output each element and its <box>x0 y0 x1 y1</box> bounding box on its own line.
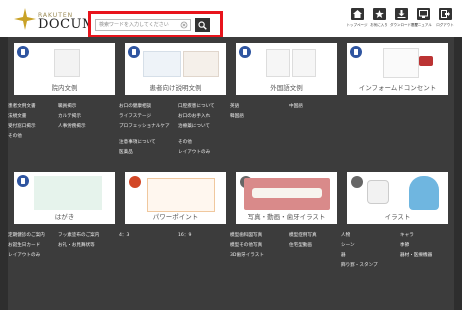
card-informed-consent[interactable]: インフォームドコンセント <box>347 43 448 95</box>
link[interactable]: 器材・医療機器 <box>400 252 432 258</box>
link[interactable]: 人物 <box>341 232 350 238</box>
doctor-illustration <box>409 176 439 210</box>
search-input[interactable] <box>96 20 179 30</box>
nav-home-label: トップページ <box>346 23 368 27</box>
link[interactable]: フッ素塗布のご案内 <box>58 232 99 238</box>
link[interactable]: お口の健康相談 <box>119 103 151 109</box>
card-title: 外国語文例 <box>270 84 303 92</box>
word-doc-icon <box>239 46 251 58</box>
postcard-thumbnail <box>34 176 102 210</box>
nav-favorites[interactable]: お気に入り <box>368 8 390 35</box>
card-illustrations[interactable]: イラスト <box>347 172 448 224</box>
link[interactable]: 季節 <box>400 242 409 248</box>
card-title: イラスト <box>384 213 411 221</box>
link[interactable]: 模型症例写真 <box>289 232 317 238</box>
nav-manual[interactable]: マニュアル <box>412 8 434 35</box>
nav-favorites-label: お気に入り <box>370 23 388 27</box>
card-title: 患者向け説明文例 <box>149 84 202 92</box>
nav-home[interactable]: トップページ <box>346 8 368 35</box>
link[interactable]: その他 <box>8 133 22 139</box>
link[interactable]: 住宅型動画 <box>289 242 312 248</box>
home-icon <box>350 8 364 20</box>
search-field[interactable] <box>95 19 191 31</box>
document-thumbnail <box>266 49 290 77</box>
clear-icon[interactable] <box>180 21 188 29</box>
link[interactable]: 英語 <box>230 103 239 109</box>
document-thumbnail <box>183 51 219 77</box>
search-highlight <box>88 11 223 38</box>
page: RAKUTEN DOCUMENT 検索ワードを入力してください トップページ お… <box>0 0 462 310</box>
link[interactable]: 医薬品 <box>119 149 133 155</box>
search-button[interactable] <box>195 18 210 32</box>
card-hospital-documents[interactable]: 院内文例 <box>14 43 115 95</box>
document-thumbnail <box>54 49 80 77</box>
tooth-character <box>367 180 389 204</box>
card-patient-explanations[interactable]: 患者向け説明文例 <box>125 43 226 95</box>
link[interactable]: お礼・お見舞状等 <box>58 242 95 248</box>
star-icon <box>372 8 386 20</box>
card-title: はがき <box>54 213 75 221</box>
link[interactable]: 模型歯科図写真 <box>230 232 262 238</box>
card-powerpoint[interactable]: パワーポイント <box>125 172 226 224</box>
link[interactable]: プロフェッショナルケア <box>119 123 170 129</box>
link[interactable]: 定期健診のご案内 <box>8 232 45 238</box>
dental-illustration <box>419 56 433 66</box>
link[interactable]: 人事労務掲示 <box>58 123 86 129</box>
link[interactable]: ライフステージ <box>119 113 151 119</box>
link[interactable]: レイアウトのみ <box>178 149 210 155</box>
logout-icon <box>438 8 452 20</box>
link[interactable]: 飾り罫・スタンプ <box>341 262 378 268</box>
link[interactable]: 口腔疾患について <box>178 103 215 109</box>
card-postcards[interactable]: はがき <box>14 172 115 224</box>
link[interactable]: 注意事項について <box>119 139 156 145</box>
nav-logout[interactable]: ログアウト <box>434 8 456 35</box>
link[interactable]: 受付窓口掲示 <box>8 123 36 129</box>
nav-downloads[interactable]: ダウンロード履歴 <box>390 8 418 35</box>
link[interactable]: 職員掲示 <box>58 103 76 109</box>
link[interactable]: レイアウトのみ <box>8 252 40 258</box>
link[interactable]: お誕生日カード <box>8 242 40 248</box>
link[interactable]: 患者文例文書 <box>8 103 36 109</box>
link[interactable]: 3D歯牙イラスト <box>230 252 264 258</box>
link[interactable]: その他 <box>178 139 192 145</box>
card-photos-videos[interactable]: 写真・動画・歯牙イラスト <box>236 172 337 224</box>
link[interactable]: 模型その他写真 <box>230 242 262 248</box>
link[interactable]: 器 <box>341 252 346 258</box>
link[interactable]: 16：9 <box>178 232 191 238</box>
link[interactable]: 法規文書 <box>8 113 26 119</box>
search-icon <box>198 21 207 30</box>
link[interactable]: 治療薬について <box>178 123 210 129</box>
link[interactable]: 韓国語 <box>230 113 244 119</box>
link[interactable]: お口のお手入れ <box>178 113 210 119</box>
illustration-icon <box>351 176 363 188</box>
link[interactable]: キャラ <box>400 232 414 238</box>
word-doc-icon <box>17 175 29 187</box>
powerpoint-icon <box>129 176 141 188</box>
card-title: 写真・動画・歯牙イラスト <box>247 213 326 221</box>
link[interactable]: カルテ掲示 <box>58 113 81 119</box>
logo-star-icon <box>14 8 36 30</box>
document-thumbnail <box>143 51 181 77</box>
link[interactable]: 中国語 <box>289 103 303 109</box>
card-title: パワーポイント <box>152 213 199 221</box>
document-thumbnail <box>383 48 419 78</box>
link[interactable]: 4：3 <box>119 232 129 238</box>
nav-downloads-label: ダウンロード履歴 <box>390 23 418 27</box>
slide-thumbnail <box>147 178 215 212</box>
category-grid: 院内文例 患者向け説明文例 外国語文例 インフォームドコンセント 患者文例文書 … <box>8 37 454 310</box>
link[interactable]: シーン <box>341 242 355 248</box>
download-icon <box>394 8 408 20</box>
card-foreign-language[interactable]: 外国語文例 <box>236 43 337 95</box>
word-doc-icon <box>350 46 362 58</box>
monitor-icon <box>416 8 430 20</box>
nav-manual-label: マニュアル <box>414 23 432 27</box>
document-thumbnail <box>292 49 316 77</box>
word-doc-icon <box>17 46 29 58</box>
teeth-row <box>252 188 322 198</box>
header-bar: RAKUTEN DOCUMENT 検索ワードを入力してください トップページ お… <box>0 0 462 38</box>
card-title: インフォームドコンセント <box>358 84 437 92</box>
nav-logout-label: ログアウト <box>436 23 454 27</box>
word-doc-icon <box>128 46 140 58</box>
card-title: 院内文例 <box>51 84 78 92</box>
